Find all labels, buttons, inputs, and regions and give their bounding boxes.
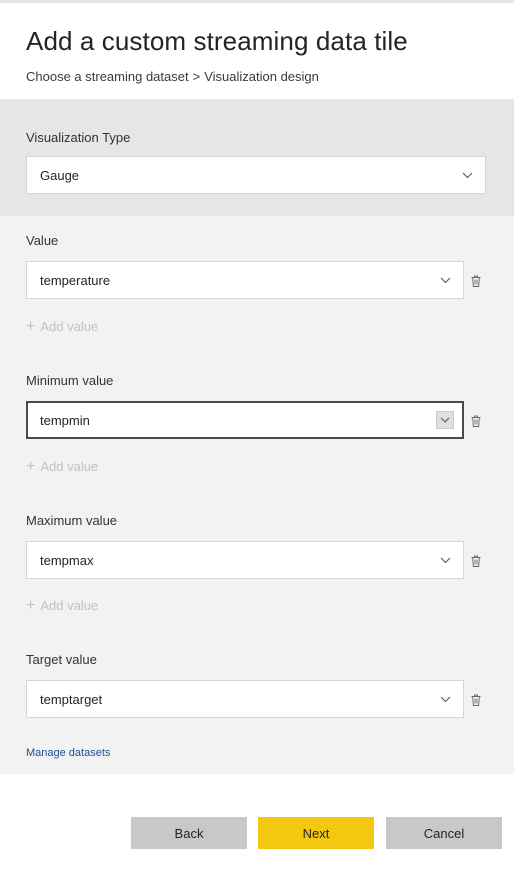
- chevron-down-icon: [427, 681, 463, 717]
- breadcrumb-step-2: Visualization design: [204, 69, 319, 84]
- breadcrumb: Choose a streaming dataset > Visualizati…: [26, 68, 496, 86]
- value-selected: temperature: [40, 272, 111, 288]
- breadcrumb-separator: >: [192, 69, 201, 84]
- trash-icon[interactable]: [469, 273, 483, 289]
- value-dropdown[interactable]: temperature: [26, 261, 464, 299]
- maximum-value-selected: tempmax: [40, 552, 94, 568]
- plus-icon: +: [26, 458, 36, 475]
- plus-icon: +: [26, 597, 36, 614]
- chevron-down-icon: [427, 262, 463, 298]
- maximum-value-dropdown[interactable]: tempmax: [26, 541, 464, 579]
- next-button[interactable]: Next: [258, 817, 374, 849]
- add-value-button[interactable]: + Add value: [26, 318, 98, 336]
- visualization-type-value: Gauge: [40, 167, 80, 183]
- top-strip: [0, 0, 514, 3]
- chevron-down-icon: [449, 157, 485, 193]
- trash-icon[interactable]: [469, 413, 483, 429]
- cancel-button[interactable]: Cancel: [386, 817, 502, 849]
- maximum-value-label: Maximum value: [26, 513, 118, 528]
- dialog-title: Add a custom streaming data tile: [26, 26, 408, 56]
- trash-icon[interactable]: [469, 553, 483, 569]
- target-value-dropdown[interactable]: temptarget: [26, 680, 464, 718]
- trash-icon[interactable]: [469, 692, 483, 708]
- add-value-label: Add value: [40, 319, 99, 334]
- add-value-label: Add value: [40, 459, 99, 474]
- value-label: Value: [26, 233, 59, 248]
- dialog-header: Add a custom streaming data tile Choose …: [26, 24, 496, 86]
- add-maximum-value-button[interactable]: + Add value: [26, 597, 98, 615]
- add-value-label: Add value: [40, 598, 99, 613]
- visualization-type-label: Visualization Type: [26, 130, 131, 145]
- add-minimum-value-button[interactable]: + Add value: [26, 458, 98, 476]
- breadcrumb-step-1[interactable]: Choose a streaming dataset: [26, 68, 189, 86]
- visualization-type-section: Visualization Type Gauge: [0, 99, 514, 216]
- chevron-down-icon: [427, 542, 463, 578]
- plus-icon: +: [26, 318, 36, 335]
- chevron-down-icon: [436, 411, 454, 429]
- visualization-type-dropdown[interactable]: Gauge: [26, 156, 486, 194]
- target-value-selected: temptarget: [40, 691, 103, 707]
- target-value-label: Target value: [26, 652, 97, 667]
- minimum-value-selected: tempmin: [40, 412, 90, 428]
- manage-datasets-link[interactable]: Manage datasets: [26, 745, 110, 761]
- back-button[interactable]: Back: [131, 817, 247, 849]
- minimum-value-dropdown[interactable]: tempmin: [26, 401, 464, 439]
- minimum-value-label: Minimum value: [26, 373, 114, 388]
